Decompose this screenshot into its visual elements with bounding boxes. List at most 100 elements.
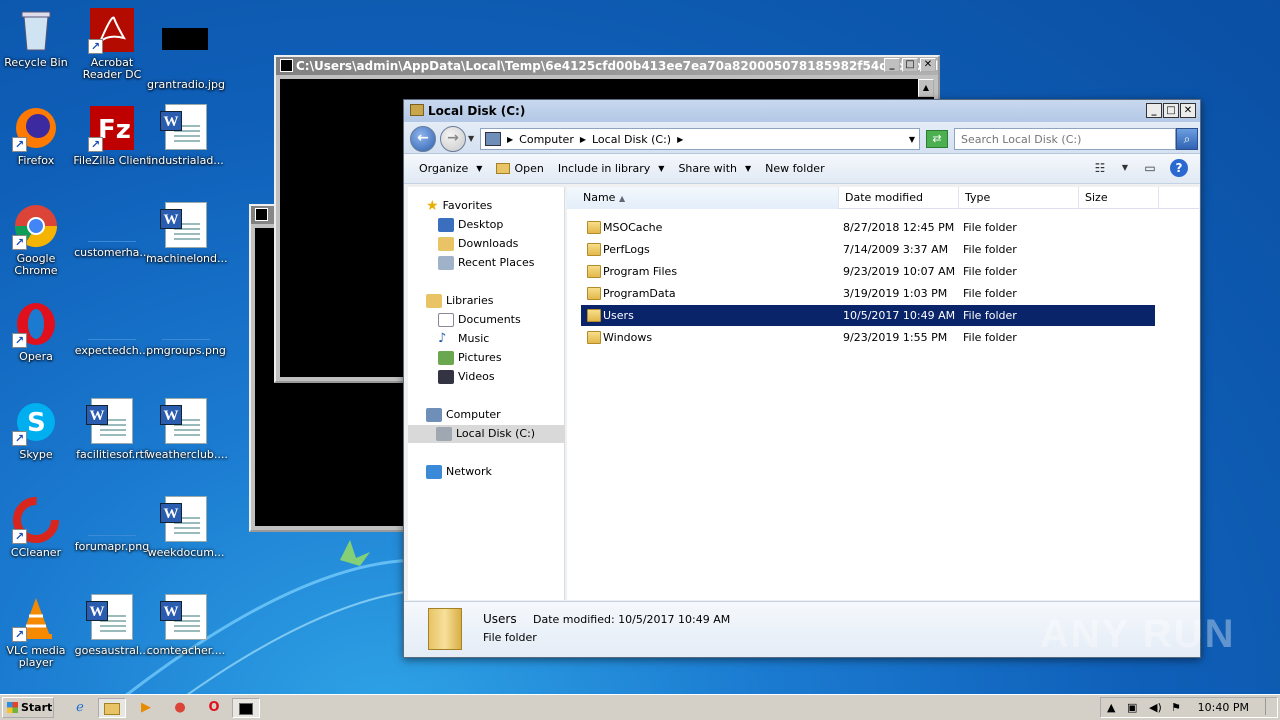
nav-network[interactable]: Network	[426, 463, 492, 481]
desktop-icon-vlc[interactable]: ↗ VLC media player	[0, 594, 76, 669]
column-header-date[interactable]: Date modified	[839, 187, 959, 209]
table-row[interactable]: Windows 9/23/2019 1:55 PM File folder	[581, 327, 1155, 348]
address-bar[interactable]: ▶ Computer ▶ Local Disk (C:) ▶ ▼	[480, 128, 920, 150]
column-header-size[interactable]: Size	[1079, 187, 1159, 209]
opera-icon: ↗	[12, 300, 60, 348]
desktop-icon-machinelond[interactable]: W machinelond...	[146, 202, 228, 265]
show-desktop-button[interactable]	[1265, 698, 1275, 715]
desktop-icon-opera[interactable]: ↗ Opera	[0, 300, 76, 363]
search-icon[interactable]: ⌕	[1176, 128, 1198, 150]
desktop-icon-weekdocum[interactable]: W weekdocum...	[146, 496, 226, 559]
table-row[interactable]: ProgramData 3/19/2019 1:03 PM File folde…	[581, 283, 1155, 304]
organize-button[interactable]: Organize ▼	[412, 158, 489, 180]
row-type: File folder	[963, 221, 1017, 234]
forward-button[interactable]: →	[440, 126, 466, 152]
desktop-icon-ccleaner[interactable]: ↗ CCleaner	[0, 496, 76, 559]
table-row[interactable]: Program Files 9/23/2019 10:07 AM File fo…	[581, 261, 1155, 282]
desktop-icon-acrobat[interactable]: ↗ Acrobat Reader DC	[72, 6, 152, 81]
shortcut-arrow-icon: ↗	[12, 627, 27, 642]
desktop-icon-customerha[interactable]: customerha...	[72, 202, 152, 259]
start-button[interactable]: Start	[2, 697, 54, 718]
desktop-icon-chrome[interactable]: ↗ Google Chrome	[0, 202, 76, 277]
nav-music[interactable]: ♪ Music	[438, 330, 489, 348]
console-taskbar-icon[interactable]	[232, 698, 260, 718]
share-with-button[interactable]: Share with ▼	[671, 158, 758, 180]
chevron-down-icon[interactable]: ▼	[909, 135, 915, 144]
help-icon[interactable]: ?	[1170, 159, 1188, 177]
refresh-button[interactable]: ⇄	[926, 130, 948, 148]
back-button[interactable]: ←	[410, 126, 436, 152]
chevron-right-icon[interactable]: ▶	[507, 135, 513, 144]
desktop-icon-grantradio[interactable]: grantradio.jpg	[146, 6, 226, 91]
include-in-library-button[interactable]: Include in library ▼	[551, 158, 672, 180]
drive-icon	[436, 427, 452, 441]
recent-pages-dropdown[interactable]: ▼	[468, 134, 474, 143]
nav-downloads[interactable]: Downloads	[438, 235, 518, 253]
table-row[interactable]: MSOCache 8/27/2018 12:45 PM File folder	[581, 217, 1155, 238]
desktop-icon-comteacher[interactable]: W comteacher....	[146, 594, 226, 657]
chevron-down-icon[interactable]: ▼	[1120, 158, 1130, 178]
nav-documents[interactable]: Documents	[438, 311, 521, 329]
documents-icon	[438, 313, 454, 327]
desktop-icon-skype[interactable]: S ↗ Skype	[0, 398, 76, 461]
nav-desktop[interactable]: Desktop	[438, 216, 503, 234]
nav-favorites[interactable]: ★ Favorites	[426, 197, 492, 215]
nav-libraries[interactable]: Libraries	[426, 292, 494, 310]
desktop-icon-goesaustral[interactable]: W goesaustral...	[72, 594, 152, 657]
opera-taskbar-icon[interactable]: O	[200, 698, 228, 718]
desktop-icon-firefox[interactable]: ↗ Firefox	[0, 104, 76, 167]
word-document-icon: W	[160, 398, 210, 446]
explorer-window[interactable]: Local Disk (C:) _ □ ✕ ← → ▼ ▶ Computer ▶…	[403, 99, 1201, 658]
view-options-icon[interactable]: ☷	[1090, 158, 1110, 178]
close-button[interactable]: ✕	[920, 58, 936, 72]
chevron-down-icon: ▼	[658, 163, 665, 173]
open-button[interactable]: Open	[489, 158, 550, 180]
nav-computer[interactable]: Computer	[426, 406, 501, 424]
chevron-right-icon[interactable]: ▶	[677, 135, 683, 144]
breadcrumb-computer[interactable]: Computer	[519, 133, 574, 146]
minimize-button[interactable]: _	[1146, 103, 1162, 118]
chevron-right-icon[interactable]: ▶	[580, 135, 586, 144]
minimize-button[interactable]: _	[884, 58, 900, 72]
clock[interactable]: 10:40 PM	[1198, 698, 1249, 717]
table-row-selected[interactable]: Users 10/5/2017 10:49 AM File folder	[581, 305, 1155, 326]
maximize-button[interactable]: □	[1163, 103, 1179, 118]
search-input[interactable]	[954, 128, 1176, 150]
recent-places-icon	[438, 256, 454, 270]
folder-open-icon	[496, 163, 511, 174]
shortcut-arrow-icon: ↗	[88, 137, 103, 152]
nav-videos[interactable]: Videos	[438, 368, 495, 386]
desktop-icon-forumapr[interactable]: forumapr.png	[72, 496, 152, 553]
desktop-icon-facilitiesof[interactable]: W facilitiesof.rtf	[72, 398, 152, 461]
desktop-icon-filezilla[interactable]: Fz ↗ FileZilla Client	[72, 104, 152, 167]
nav-pictures[interactable]: Pictures	[438, 349, 502, 367]
column-header-type[interactable]: Type	[959, 187, 1079, 209]
desktop-icon-industrialad[interactable]: W industrialad...	[146, 104, 226, 167]
new-folder-button[interactable]: New folder	[758, 158, 831, 180]
maximize-button[interactable]: □	[902, 58, 918, 72]
nav-recent-places[interactable]: Recent Places	[438, 254, 535, 272]
desktop-icon-recycle-bin[interactable]: Recycle Bin	[0, 6, 76, 69]
column-header-name[interactable]: Name ▲	[567, 187, 839, 209]
chrome-taskbar-icon[interactable]: ●	[166, 698, 194, 718]
breadcrumb-local-disk[interactable]: Local Disk (C:)	[592, 133, 671, 146]
show-hidden-icons-icon[interactable]: ▲	[1107, 698, 1115, 717]
desktop-icon-weatherclub[interactable]: W weatherclub....	[146, 398, 228, 461]
console-titlebar[interactable]: C:\Users\admin\AppData\Local\Temp\6e4125…	[276, 57, 938, 75]
close-button[interactable]: ✕	[1180, 103, 1196, 118]
desktop-icon-pmgroups[interactable]: pmgroups.png	[146, 300, 226, 357]
explorer-titlebar[interactable]: Local Disk (C:) _ □ ✕	[404, 100, 1200, 122]
desktop-icon-expectedch[interactable]: expectedch...	[72, 300, 152, 357]
network-tray-icon[interactable]: ▣	[1127, 698, 1137, 717]
new-folder-label: New folder	[765, 161, 825, 175]
nav-local-disk[interactable]: Local Disk (C:)	[408, 425, 565, 443]
shortcut-arrow-icon: ↗	[12, 529, 27, 544]
volume-icon[interactable]: ◀)	[1149, 698, 1162, 717]
media-player-icon[interactable]: ▶	[132, 698, 160, 718]
explorer-taskbar-icon[interactable]	[98, 698, 126, 718]
table-row[interactable]: PerfLogs 7/14/2009 3:37 AM File folder	[581, 239, 1155, 260]
internet-explorer-icon[interactable]: ℯ	[66, 698, 94, 718]
action-center-flag-icon[interactable]: ⚑	[1171, 698, 1181, 717]
preview-pane-icon[interactable]: ▭	[1140, 158, 1160, 178]
scroll-up-button[interactable]: ▲	[918, 79, 934, 97]
